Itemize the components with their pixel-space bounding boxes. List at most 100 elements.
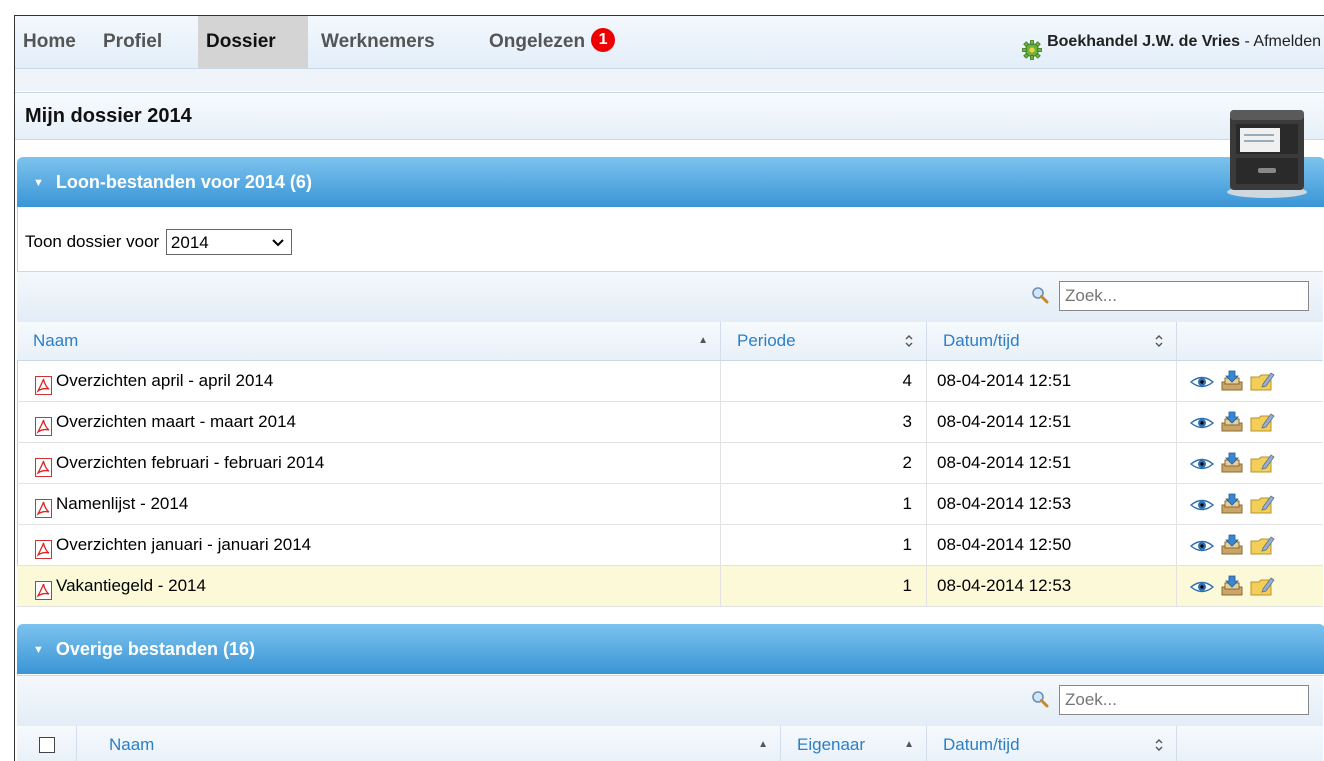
magnifier-icon xyxy=(1031,286,1049,304)
table-row[interactable]: Overzichten maart - maart 2014 3 08-04-201… xyxy=(17,402,1323,443)
row-actions xyxy=(1189,525,1275,565)
col-datum-header[interactable]: Datum/tijd xyxy=(927,726,1177,761)
loon-search-input[interactable] xyxy=(1059,281,1309,311)
cell-naam: Overzichten februari - februari 2014 xyxy=(17,443,721,483)
table-row[interactable]: Vakantiegeld - 2014 1 08-04-2014 12:53 xyxy=(17,566,1323,607)
cell-datum: 08-04-2014 12:53 xyxy=(927,484,1177,524)
year-filter-label: Toon dossier voor xyxy=(25,232,160,251)
table-row[interactable]: Overzichten februari - februari 2014 2 08-… xyxy=(17,443,1323,484)
nav-ongelezen[interactable]: Ongelezen 1 xyxy=(481,16,623,68)
row-actions xyxy=(1189,361,1275,401)
file-name[interactable]: Namenlijst - 2014 xyxy=(56,494,188,513)
nav-werknemers[interactable]: Werknemers xyxy=(313,16,443,68)
cell-periode: 2 xyxy=(721,443,927,483)
download-icon[interactable] xyxy=(1219,370,1245,392)
select-all-checkbox[interactable] xyxy=(39,737,55,753)
sort-asc-icon: ▲ xyxy=(698,335,708,346)
app-frame: Home Profiel Dossier Werknemers Ongeleze… xyxy=(14,15,1324,761)
download-icon[interactable] xyxy=(1219,575,1245,597)
collapse-triangle-icon: ▼ xyxy=(33,644,44,656)
col-naam-header[interactable]: Naam ▲ xyxy=(77,726,781,761)
edit-folder-icon[interactable] xyxy=(1249,575,1275,597)
row-actions xyxy=(1189,402,1275,442)
download-icon[interactable] xyxy=(1219,534,1245,556)
edit-folder-icon[interactable] xyxy=(1249,493,1275,515)
cell-datum: 08-04-2014 12:50 xyxy=(927,525,1177,565)
gear-icon[interactable] xyxy=(1022,30,1042,60)
file-name[interactable]: Overzichten april - april 2014 xyxy=(56,371,273,390)
cell-periode: 1 xyxy=(721,484,927,524)
download-icon[interactable] xyxy=(1219,411,1245,433)
pdf-icon xyxy=(35,370,52,396)
pdf-icon xyxy=(35,411,52,437)
file-name[interactable]: Overzichten januari - januari 2014 xyxy=(56,535,311,554)
overige-table-header: Naam ▲ Eigenaar ▲ Datum/tijd xyxy=(17,726,1323,761)
loon-section-header[interactable]: ▼ Loon-bestanden voor 2014 (6) xyxy=(17,157,1324,207)
table-row[interactable]: Overzichten januari - januari 2014 1 08-04… xyxy=(17,525,1323,566)
sort-asc-icon: ▲ xyxy=(758,739,768,750)
col-naam-label: Naam xyxy=(33,331,79,350)
pdf-icon xyxy=(35,452,52,478)
year-select[interactable]: 2014 xyxy=(165,228,292,255)
sort-asc-icon: ▲ xyxy=(904,739,914,750)
edit-folder-icon[interactable] xyxy=(1249,534,1275,556)
row-actions xyxy=(1189,484,1275,524)
logout-link[interactable]: Afmelden xyxy=(1253,33,1321,50)
cell-naam: Overzichten april - april 2014 xyxy=(17,361,721,401)
row-actions xyxy=(1189,443,1275,483)
download-icon[interactable] xyxy=(1219,452,1245,474)
overige-search-input[interactable] xyxy=(1059,685,1309,715)
eye-icon[interactable] xyxy=(1189,493,1215,515)
top-navbar: Home Profiel Dossier Werknemers Ongeleze… xyxy=(15,16,1324,69)
edit-folder-icon[interactable] xyxy=(1249,452,1275,474)
nav-home[interactable]: Home xyxy=(15,16,84,68)
cell-datum: 08-04-2014 12:51 xyxy=(927,361,1177,401)
pdf-icon xyxy=(35,493,52,519)
file-name[interactable]: Overzichten maart - maart 2014 xyxy=(56,412,296,431)
nav-ongelezen-label: Ongelezen xyxy=(489,31,586,52)
col-naam-label: Naam xyxy=(109,735,155,754)
cell-datum: 08-04-2014 12:51 xyxy=(927,402,1177,442)
user-separator: - xyxy=(1240,33,1254,50)
nav-dossier[interactable]: Dossier xyxy=(198,16,308,68)
year-select-value: 2014 xyxy=(170,232,209,252)
cell-periode: 3 xyxy=(721,402,927,442)
row-actions xyxy=(1189,566,1275,606)
eye-icon[interactable] xyxy=(1189,370,1215,392)
loon-search-toolbar xyxy=(17,271,1323,323)
loon-section-title: ▼ Loon-bestanden voor 2014 (6) xyxy=(33,157,312,210)
eye-icon[interactable] xyxy=(1189,452,1215,474)
col-periode-header[interactable]: Periode xyxy=(721,322,927,360)
col-actions-header xyxy=(1177,726,1323,761)
download-icon[interactable] xyxy=(1219,493,1245,515)
sort-both-icon xyxy=(1154,726,1164,761)
col-datum-header[interactable]: Datum/tijd xyxy=(927,322,1177,360)
page-title-bar: Mijn dossier 2014 xyxy=(15,92,1324,140)
collapse-triangle-icon: ▼ xyxy=(33,177,44,189)
eye-icon[interactable] xyxy=(1189,575,1215,597)
col-eigenaar-header[interactable]: Eigenaar ▲ xyxy=(781,726,927,761)
edit-folder-icon[interactable] xyxy=(1249,370,1275,392)
eye-icon[interactable] xyxy=(1189,534,1215,556)
overige-section-header[interactable]: ▼ Overige bestanden (16) xyxy=(17,624,1324,674)
overige-search xyxy=(1032,685,1309,715)
nav-profiel[interactable]: Profiel xyxy=(95,16,170,68)
col-datum-label: Datum/tijd xyxy=(943,735,1020,754)
overige-section-title-text: Overige bestanden (16) xyxy=(55,639,255,659)
file-name[interactable]: Overzichten februari - februari 2014 xyxy=(56,453,324,472)
cell-naam: Overzichten januari - januari 2014 xyxy=(17,525,721,565)
col-periode-label: Periode xyxy=(737,331,796,350)
select-all-cell xyxy=(17,726,77,761)
loon-table-header: Naam ▲ Periode Datum/tijd xyxy=(17,322,1323,361)
table-row[interactable]: Namenlijst - 2014 1 08-04-2014 12:53 xyxy=(17,484,1323,525)
file-name[interactable]: Vakantiegeld - 2014 xyxy=(56,576,206,595)
pdf-icon xyxy=(35,534,52,560)
cell-naam: Overzichten maart - maart 2014 xyxy=(17,402,721,442)
eye-icon[interactable] xyxy=(1189,411,1215,433)
company-name: Boekhandel J.W. de Vries xyxy=(1047,33,1241,50)
edit-folder-icon[interactable] xyxy=(1249,411,1275,433)
cell-datum: 08-04-2014 12:51 xyxy=(927,443,1177,483)
col-naam-header[interactable]: Naam ▲ xyxy=(17,322,721,360)
table-row[interactable]: Overzichten april - april 2014 4 08-04-201… xyxy=(17,361,1323,402)
year-filter: Toon dossier voor 2014 xyxy=(25,226,292,258)
